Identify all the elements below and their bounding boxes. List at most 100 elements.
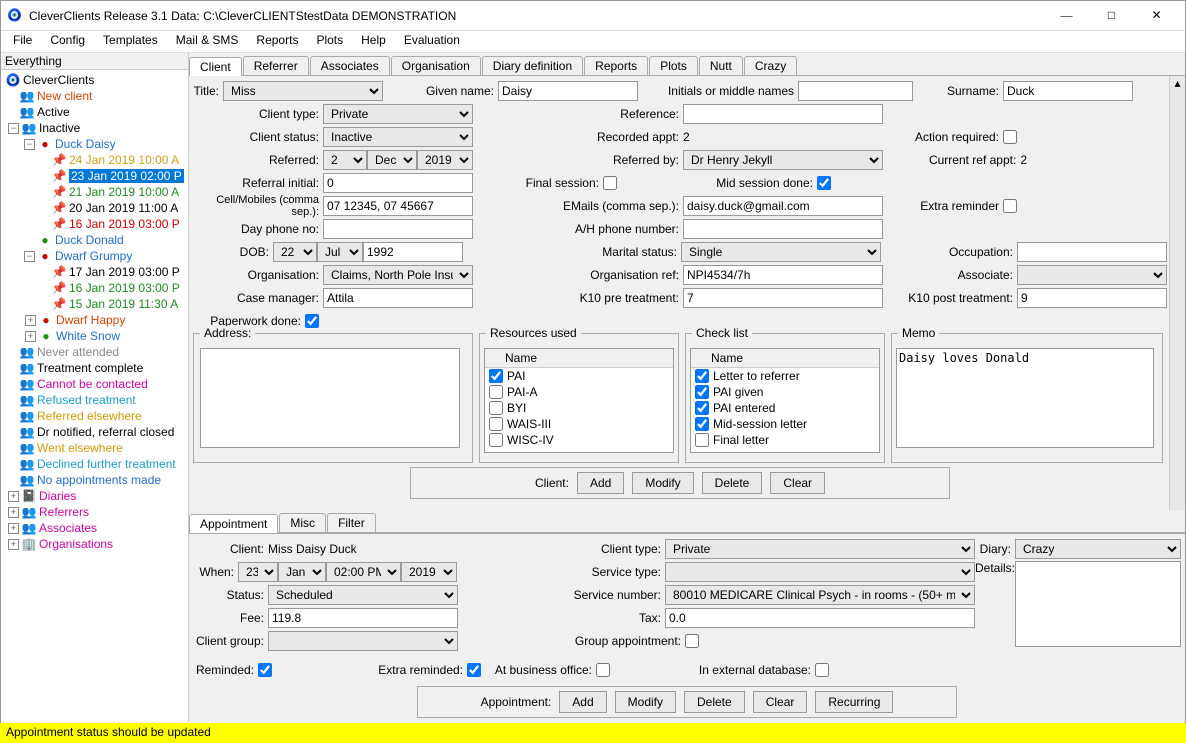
marital-select[interactable]: Single (681, 242, 881, 262)
tree-never-attended[interactable]: 👥Never attended (1, 344, 188, 360)
tree-appt[interactable]: 📌16 Jan 2019 03:00 P (1, 280, 188, 296)
tree-appt-selected[interactable]: 📌23 Jan 2019 02:00 P (1, 168, 188, 184)
appt-recurring-button[interactable]: Recurring (815, 691, 893, 713)
appt-clear-button[interactable]: Clear (753, 691, 808, 713)
tree-appt[interactable]: 📌20 Jan 2019 11:00 A (1, 200, 188, 216)
extra-reminder-checkbox[interactable] (1003, 199, 1017, 213)
expand-icon[interactable]: + (8, 507, 19, 518)
surname-input[interactable] (1003, 81, 1133, 101)
resource-checkbox[interactable] (489, 417, 503, 431)
tab-filter[interactable]: Filter (327, 513, 376, 532)
collapse-icon[interactable]: − (24, 251, 35, 262)
tree-diaries[interactable]: +📓Diaries (1, 488, 188, 504)
minimize-button[interactable]: — (1044, 2, 1089, 30)
menu-config[interactable]: Config (42, 31, 93, 52)
reminded-checkbox[interactable] (258, 663, 272, 677)
client-clear-button[interactable]: Clear (770, 472, 825, 494)
menu-mail-sms[interactable]: Mail & SMS (168, 31, 247, 52)
tree-no-appts[interactable]: 👥No appointments made (1, 472, 188, 488)
resource-checkbox[interactable] (489, 385, 503, 399)
list-item[interactable]: Final letter (691, 432, 879, 448)
resource-checkbox[interactable] (489, 433, 503, 447)
list-item[interactable]: PAI given (691, 384, 879, 400)
collapse-icon[interactable]: − (8, 123, 19, 134)
appt-modify-button[interactable]: Modify (615, 691, 676, 713)
appt-year-select[interactable]: 2019 (401, 562, 457, 582)
initials-input[interactable] (798, 81, 913, 101)
dob-month-select[interactable]: Jul (317, 242, 363, 262)
ext-db-checkbox[interactable] (815, 663, 829, 677)
expand-icon[interactable]: + (25, 331, 36, 342)
organisation-select[interactable]: Claims, North Pole Insur... (323, 265, 473, 285)
tab-associates[interactable]: Associates (310, 56, 390, 75)
tree-root[interactable]: 🧿CleverClients (1, 72, 188, 88)
dob-day-select[interactable]: 22 (273, 242, 317, 262)
resource-checkbox[interactable] (489, 369, 503, 383)
tree-refused[interactable]: 👥Refused treatment (1, 392, 188, 408)
tab-client[interactable]: Client (189, 57, 242, 76)
client-type-select[interactable]: Private (323, 104, 473, 124)
list-item[interactable]: WAIS-III (485, 416, 673, 432)
action-required-checkbox[interactable] (1003, 130, 1017, 144)
tree-referred-elsewhere[interactable]: 👥Referred elsewhere (1, 408, 188, 424)
maximize-button[interactable]: □ (1089, 2, 1134, 30)
list-item[interactable]: PAI (485, 368, 673, 384)
dob-year-input[interactable] (363, 242, 463, 262)
client-add-button[interactable]: Add (577, 472, 624, 494)
checklist-checkbox[interactable] (695, 401, 709, 415)
ah-phone-input[interactable] (683, 219, 883, 239)
paperwork-checkbox[interactable] (305, 314, 319, 328)
appt-diary-select[interactable]: Crazy (1015, 539, 1181, 559)
tab-reports[interactable]: Reports (584, 56, 648, 75)
list-item[interactable]: BYI (485, 400, 673, 416)
resources-list[interactable]: Name PAI PAI-A BYI WAIS-III WISC-IV (484, 348, 674, 453)
tab-referrer[interactable]: Referrer (243, 56, 309, 75)
tree-appt[interactable]: 📌16 Jan 2019 03:00 P (1, 216, 188, 232)
list-item[interactable]: Mid-session letter (691, 416, 879, 432)
tree-organisations[interactable]: +🏢Organisations (1, 536, 188, 552)
checklist-checkbox[interactable] (695, 417, 709, 431)
referred-year-select[interactable]: 2019 (417, 150, 473, 170)
tab-crazy[interactable]: Crazy (744, 56, 797, 75)
extra-reminded-checkbox[interactable] (467, 663, 481, 677)
tree-cannot-contact[interactable]: 👥Cannot be contacted (1, 376, 188, 392)
appt-day-select[interactable]: 23 (238, 562, 278, 582)
menu-reports[interactable]: Reports (248, 31, 306, 52)
tree-sidebar[interactable]: Everything 🧿CleverClients 👥New client 👥A… (1, 53, 189, 722)
tab-nutt[interactable]: Nutt (699, 56, 743, 75)
appt-time-select[interactable]: 02:00 PM (326, 562, 401, 582)
tree-inactive[interactable]: −👥Inactive (1, 120, 188, 136)
tab-organisation[interactable]: Organisation (391, 56, 481, 75)
tree-appt[interactable]: 📌17 Jan 2019 03:00 P (1, 264, 188, 280)
cell-input[interactable] (323, 196, 473, 216)
tab-plots[interactable]: Plots (649, 56, 698, 75)
expand-icon[interactable]: + (25, 315, 36, 326)
tree-client-duck-daisy[interactable]: −●Duck Daisy (1, 136, 188, 152)
close-button[interactable]: ✕ (1134, 2, 1179, 30)
appt-month-select[interactable]: Jan (278, 562, 326, 582)
emails-input[interactable] (683, 196, 883, 216)
at-office-checkbox[interactable] (596, 663, 610, 677)
k10-pre-input[interactable] (683, 288, 883, 308)
appt-svc-num-select[interactable]: 80010 MEDICARE Clinical Psych - in rooms… (665, 585, 975, 605)
tree-appt[interactable]: 📌24 Jan 2019 10:00 A (1, 152, 188, 168)
tree-dr-notified[interactable]: 👥Dr notified, referral closed (1, 424, 188, 440)
mid-session-checkbox[interactable] (817, 176, 831, 190)
tree-associates[interactable]: +👥Associates (1, 520, 188, 536)
expand-icon[interactable]: + (8, 539, 19, 550)
list-item[interactable]: Letter to referrer (691, 368, 879, 384)
referred-by-select[interactable]: Dr Henry Jekyll (683, 150, 883, 170)
menu-file[interactable]: File (5, 31, 40, 52)
scrollbar[interactable]: ▴ (1169, 76, 1185, 510)
tab-appointment[interactable]: Appointment (189, 514, 278, 533)
given-name-input[interactable] (498, 81, 638, 101)
list-item[interactable]: PAI entered (691, 400, 879, 416)
tree-client-white-snow[interactable]: +●White Snow (1, 328, 188, 344)
tree-declined[interactable]: 👥Declined further treatment (1, 456, 188, 472)
tree-went-elsewhere[interactable]: 👥Went elsewhere (1, 440, 188, 456)
appt-delete-button[interactable]: Delete (684, 691, 745, 713)
tree-appt[interactable]: 📌15 Jan 2019 11:30 A (1, 296, 188, 312)
referred-month-select[interactable]: Dec (367, 150, 417, 170)
case-manager-input[interactable] (323, 288, 473, 308)
appt-tax-input[interactable] (665, 608, 975, 628)
